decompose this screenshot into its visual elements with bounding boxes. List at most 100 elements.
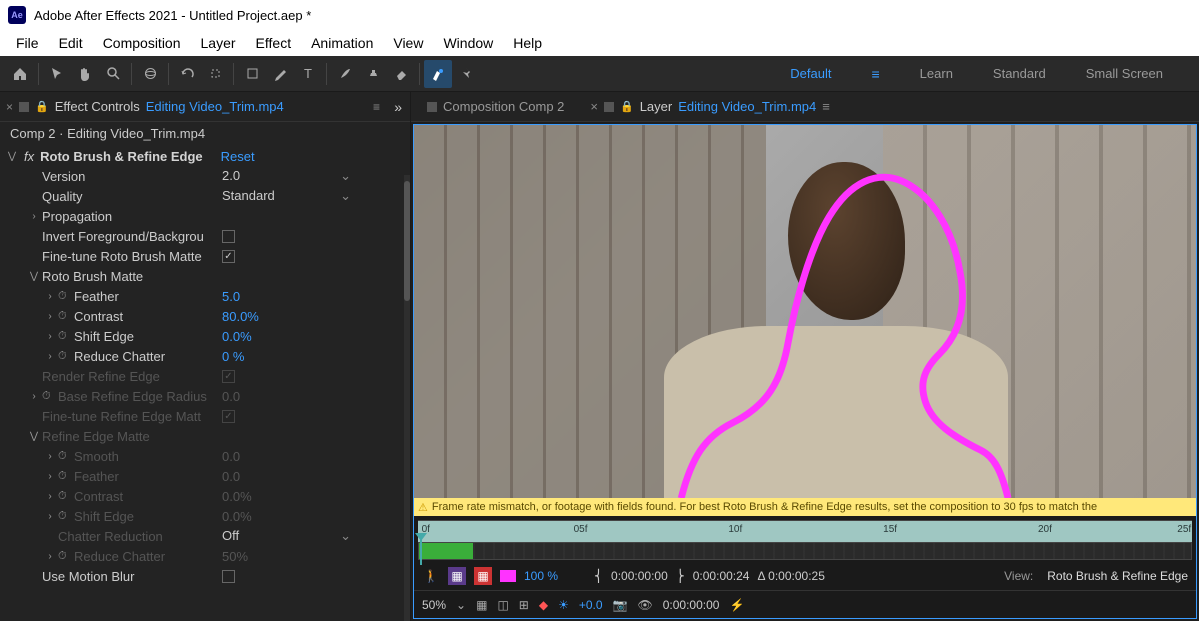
prop-propagation[interactable]: ›Propagation (2, 206, 410, 226)
workspace-default[interactable]: Default (790, 66, 831, 81)
exposure-value[interactable]: +0.0 (579, 598, 603, 612)
zoom-tool[interactable] (99, 60, 127, 88)
layer-viewer[interactable]: ⚠ Frame rate mismatch, or footage with f… (413, 124, 1197, 619)
menu-animation[interactable]: Animation (301, 32, 383, 54)
scrollbar[interactable] (404, 175, 410, 621)
prop-feather2[interactable]: ›⏱Feather0.0 (2, 466, 410, 486)
prop-finetuneref[interactable]: Fine-tune Refine Edge Matt (2, 406, 410, 426)
value[interactable]: 5.0 (222, 289, 240, 304)
overlay-icon[interactable]: ▦ (448, 567, 466, 585)
orbit-tool[interactable] (136, 60, 164, 88)
workspace-menu-icon[interactable]: ≡ (872, 66, 880, 82)
view-mode[interactable]: Roto Brush & Refine Edge (1047, 569, 1188, 583)
prop-chatred[interactable]: Chatter ReductionOff⌄ (2, 526, 410, 546)
effect-header[interactable]: ⋁ fx Roto Brush & Refine Edge Reset (2, 147, 410, 166)
anchor-tool[interactable] (201, 60, 229, 88)
stopwatch-icon[interactable]: ⏱ (58, 310, 72, 323)
hand-tool[interactable] (71, 60, 99, 88)
pin-tool[interactable] (452, 60, 480, 88)
workspace-smallscreen[interactable]: Small Screen (1086, 66, 1163, 81)
prop-refmatte[interactable]: ⋁Refine Edge Matte (2, 426, 410, 446)
menu-composition[interactable]: Composition (93, 32, 191, 54)
prop-feather[interactable]: ›⏱Feather5.0 (2, 286, 410, 306)
prop-renderref[interactable]: Render Refine Edge (2, 366, 410, 386)
stopwatch-icon[interactable]: ⏱ (58, 550, 72, 563)
workspace-learn[interactable]: Learn (920, 66, 953, 81)
lock-icon[interactable]: 🔒 (620, 100, 634, 113)
stopwatch-icon[interactable]: ⏱ (58, 490, 72, 503)
time-out[interactable]: 0:00:00:24 (693, 569, 750, 583)
value[interactable]: 0.0 (222, 449, 240, 464)
grid-icon[interactable]: ▦ (476, 598, 487, 612)
dropdown[interactable]: 2.0⌄ (222, 168, 357, 185)
twirl-icon[interactable]: › (44, 311, 56, 322)
type-tool[interactable]: T (294, 60, 322, 88)
person-icon[interactable]: 🚶 (422, 567, 440, 585)
twirl-icon[interactable]: › (44, 331, 56, 342)
selection-tool[interactable] (43, 60, 71, 88)
value[interactable]: 80.0% (222, 309, 259, 324)
stopwatch-icon[interactable]: ⏱ (58, 330, 72, 343)
eraser-tool[interactable] (387, 60, 415, 88)
prop-contrast[interactable]: ›⏱Contrast80.0% (2, 306, 410, 326)
stopwatch-icon[interactable]: ⏱ (42, 390, 56, 403)
overlay-opacity[interactable]: 100 % (524, 569, 558, 583)
prop-reducechat[interactable]: ›⏱Reduce Chatter0 % (2, 346, 410, 366)
chevron-down-icon[interactable]: ⌄ (456, 598, 466, 612)
value[interactable]: 0.0 (222, 389, 240, 404)
playhead[interactable] (420, 539, 422, 565)
prop-shiftedge[interactable]: ›⏱Shift Edge0.0% (2, 326, 410, 346)
prop-motionblur[interactable]: Use Motion Blur (2, 566, 410, 586)
out-brace-icon[interactable]: ⎬ (676, 569, 685, 583)
twirl-icon[interactable]: › (44, 491, 56, 502)
value[interactable]: 0.0% (222, 509, 252, 524)
current-time[interactable]: 0:00:00:00 (663, 598, 720, 612)
in-brace-icon[interactable]: ⎨ (594, 569, 603, 583)
menu-layer[interactable]: Layer (191, 32, 246, 54)
twirl-icon[interactable]: ⋁ (28, 431, 40, 442)
tab-composition[interactable]: Composition Comp 2 (419, 99, 572, 114)
brush-tool[interactable] (331, 60, 359, 88)
twirl-icon[interactable]: › (44, 551, 56, 562)
stopwatch-icon[interactable]: ⏱ (58, 290, 72, 303)
dropdown[interactable]: Off⌄ (222, 528, 357, 545)
stopwatch-icon[interactable]: ⏱ (58, 470, 72, 483)
clone-stamp-tool[interactable] (359, 60, 387, 88)
snapshot-icon[interactable]: 📷 (613, 598, 628, 612)
close-panel-icon[interactable]: × (6, 100, 13, 114)
lock-icon[interactable]: 🔒 (35, 100, 49, 113)
propagation-bar[interactable] (418, 542, 1192, 560)
checkbox[interactable] (222, 570, 235, 583)
render-icon[interactable]: ⚡ (729, 598, 744, 612)
exposure-icon[interactable]: ☀ (558, 598, 569, 612)
timeline-ruler[interactable]: 0f 05f 10f 15f 20f 25f (418, 520, 1192, 542)
twirl-icon[interactable]: › (44, 471, 56, 482)
twirl-icon[interactable]: ⋁ (6, 151, 18, 162)
menu-window[interactable]: Window (433, 32, 503, 54)
shape-tool[interactable] (238, 60, 266, 88)
roto-brush-tool[interactable] (424, 60, 452, 88)
value[interactable]: 0.0 (222, 469, 240, 484)
panel-overflow-icon[interactable]: » (394, 99, 402, 115)
tab-menu-icon[interactable]: ≡ (822, 99, 830, 114)
rotate-tool[interactable] (173, 60, 201, 88)
alpha-icon-red[interactable]: ▦ (474, 567, 492, 585)
pen-tool[interactable] (266, 60, 294, 88)
checkbox[interactable] (222, 250, 235, 263)
home-button[interactable] (6, 60, 34, 88)
close-tab-icon[interactable]: × (590, 99, 598, 114)
value[interactable]: 0.0% (222, 489, 252, 504)
mask-icon[interactable]: ◫ (497, 598, 508, 612)
prop-invert[interactable]: Invert Foreground/Backgrou (2, 226, 410, 246)
twirl-icon[interactable]: › (44, 511, 56, 522)
twirl-icon[interactable]: › (28, 391, 40, 402)
value[interactable]: 0.0% (222, 329, 252, 344)
value[interactable]: 0 % (222, 349, 244, 364)
checkbox[interactable] (222, 410, 235, 423)
prop-contrast2[interactable]: ›⏱Contrast0.0% (2, 486, 410, 506)
color-icon[interactable]: ◆ (539, 598, 548, 612)
show-snapshot-icon[interactable]: 👁 (638, 598, 653, 612)
dropdown[interactable]: Standard⌄ (222, 188, 357, 205)
time-in[interactable]: 0:00:00:00 (611, 569, 668, 583)
checkbox[interactable] (222, 370, 235, 383)
